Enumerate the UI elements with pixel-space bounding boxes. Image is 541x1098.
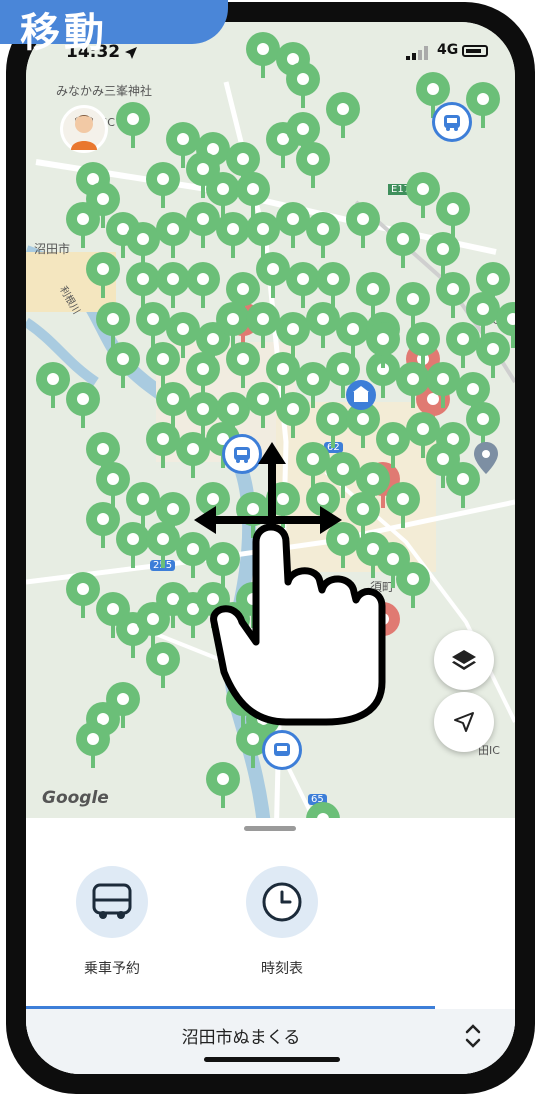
map-view[interactable]: みなかみ三峯神社 IC 沼田市 沼田 町 田IC 須町 E17 62 255 6…	[26, 22, 515, 848]
reservation-label: 乗車予約	[84, 961, 140, 977]
bus-icon	[92, 883, 132, 919]
clock-icon	[262, 882, 302, 922]
home-indicator	[204, 1057, 340, 1062]
app-name: 沼田市ぬまくる	[181, 1028, 301, 1048]
move-badge-label: 移動	[20, 10, 108, 56]
timetable-label: 時刻表	[261, 961, 303, 977]
timetable-button[interactable]: 時刻表	[242, 866, 322, 996]
bottom-sheet: 乗車予約 時刻表 沼田市ぬまくる	[26, 818, 515, 1074]
hand-drag-icon	[194, 442, 386, 726]
reservation-icon-circle	[76, 866, 148, 938]
move-badge: 移動	[0, 0, 228, 56]
sheet-grabber[interactable]	[244, 826, 296, 831]
phone-screen: みなかみ三峯神社 IC 沼田市 沼田 町 田IC 須町 E17 62 255 6…	[26, 22, 515, 1074]
reservation-button[interactable]: 乗車予約	[72, 866, 152, 996]
chevron-up-down-icon[interactable]	[462, 1021, 484, 1051]
app-switcher-bar[interactable]: 沼田市ぬまくる	[26, 1009, 515, 1074]
timetable-icon-circle	[246, 866, 318, 938]
phone-frame: みなかみ三峯神社 IC 沼田市 沼田 町 田IC 須町 E17 62 255 6…	[6, 2, 535, 1094]
